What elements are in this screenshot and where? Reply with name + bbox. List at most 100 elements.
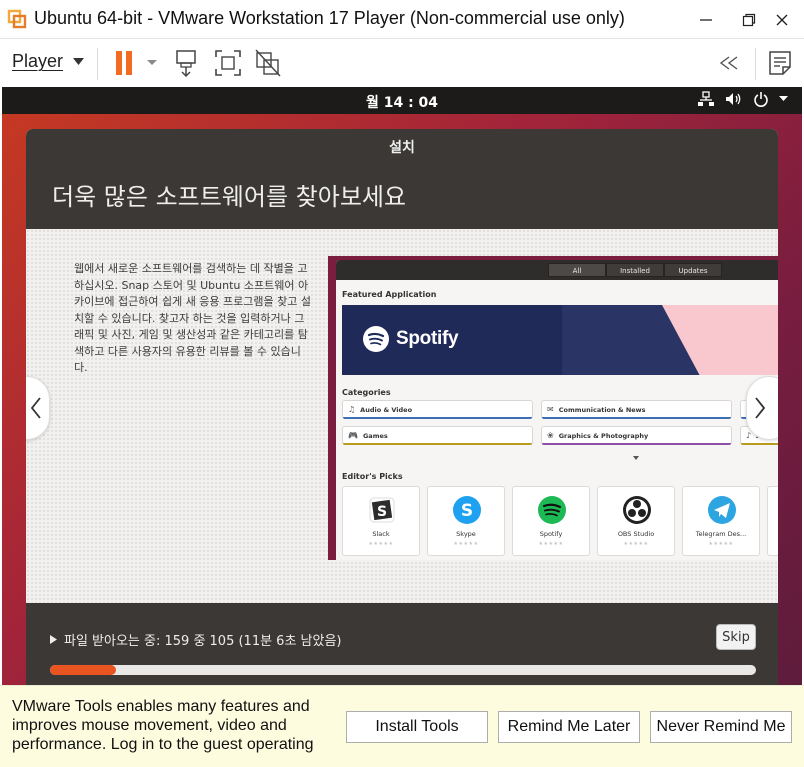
rating-stars: ★★★★★ (708, 541, 734, 547)
unity-button[interactable] (253, 47, 283, 79)
caret-down-icon (73, 58, 85, 65)
editors-pick-card: Telegram Des... ★★★★★ (682, 486, 760, 556)
close-button[interactable] (768, 6, 796, 34)
app-name: OBS Studio (617, 530, 655, 538)
send-ctrl-alt-del-button[interactable] (172, 47, 202, 79)
telegram-icon (707, 495, 737, 525)
category-underline (542, 443, 731, 445)
software-center-tabs: All Installed Updates (548, 263, 722, 277)
minimize-button[interactable] (692, 6, 720, 34)
software-tab: Installed (606, 263, 664, 277)
obs-icon (622, 495, 652, 525)
installer-footer: 파일 받아오는 중: 159 중 105 (11분 6초 남았음) Skip (26, 603, 778, 685)
app-name: Spotify (539, 530, 563, 538)
installer-title: 설치 (389, 140, 415, 156)
category-underline (542, 417, 731, 419)
install-progress-bar (50, 665, 756, 675)
editors-pick-card: S Slack ★★★★★ (342, 486, 420, 556)
volume-icon (726, 93, 741, 105)
power-icon (754, 92, 768, 107)
gnome-top-bar: 월 14 : 04 (2, 87, 802, 114)
expander-triangle-icon (50, 635, 57, 644)
slide-heading: 더욱 많은 소프트웨어를 찾아보세요 (52, 183, 407, 211)
notification-message: VMware Tools enables many features and i… (12, 698, 314, 753)
category-card: ♫ Audio & Video (342, 400, 533, 419)
minimize-icon (700, 19, 712, 21)
editors-pick-card (767, 486, 778, 556)
skype-icon: S (452, 495, 482, 525)
send-ctrl-alt-del-icon (176, 50, 196, 78)
collapse-icon (719, 56, 738, 70)
category-label: Communication & News (558, 405, 646, 414)
spotify-logo: Spotify (362, 325, 459, 353)
install-tools-button[interactable]: Install Tools (346, 711, 488, 743)
featured-label: Featured Application (342, 290, 437, 299)
category-label: Graphics & Photography (558, 431, 649, 440)
never-remind-me-button[interactable]: Never Remind Me (650, 711, 792, 743)
rating-stars: ★★★★★ (623, 541, 649, 547)
player-menu[interactable]: Player (12, 51, 85, 72)
previous-slide-button[interactable] (26, 376, 50, 440)
installer-window: 설치 더욱 많은 소프트웨어를 찾아보세요 웹에서 새로운 소프트웨어를 검색하… (26, 129, 778, 685)
category-icon: ♫ (348, 405, 356, 414)
remind-me-later-button[interactable]: Remind Me Later (498, 711, 640, 743)
category-card: 🎮 Games (342, 426, 533, 445)
full-screen-button[interactable] (213, 47, 243, 79)
app-name: Slack (372, 530, 390, 538)
category-icon: ✉ (547, 405, 554, 414)
collapse-toolbar-button[interactable] (715, 52, 745, 74)
unity-icon (255, 49, 281, 77)
rating-stars: ★★★★★ (453, 541, 479, 547)
software-center-screenshot: All Installed Updates Featured Application (328, 256, 778, 560)
maximize-icon (742, 13, 756, 27)
category-icon: ❀ (547, 431, 554, 440)
featured-banner: Spotify (342, 305, 778, 375)
category-card: ❀ Graphics & Photography (541, 426, 732, 445)
library-icon (769, 51, 791, 75)
software-tab: Updates (664, 263, 722, 277)
network-icon (698, 91, 714, 106)
window-title: Ubuntu 64-bit - VMware Workstation 17 Pl… (34, 8, 625, 28)
pause-icon (116, 51, 157, 75)
category-label: Games (362, 431, 388, 440)
editors-pick-card: S Skype ★★★★★ (427, 486, 505, 556)
category-underline (343, 417, 532, 419)
system-tray[interactable] (697, 91, 788, 107)
app-name: Skype (456, 530, 476, 538)
maximize-button[interactable] (735, 6, 763, 34)
next-slide-button[interactable] (746, 376, 778, 440)
progress-details-toggle[interactable]: 파일 받아오는 중: 159 중 105 (11분 6초 남았음) (50, 630, 342, 649)
software-center-window: All Installed Updates Featured Application (336, 260, 778, 560)
categories-label: Categories (342, 388, 391, 397)
chevron-right-icon (755, 397, 766, 419)
clock[interactable]: 월 14 : 04 (2, 92, 802, 112)
full-screen-icon (215, 50, 241, 76)
chevron-left-icon (30, 397, 41, 419)
category-underline (741, 443, 778, 445)
slack-icon: S (367, 495, 397, 525)
player-toolbar: Player (0, 40, 804, 87)
editors-pick-card: OBS Studio ★★★★★ (597, 486, 675, 556)
category-icon: ♪ (746, 431, 752, 440)
category-card: ✉ Communication & News (541, 400, 732, 419)
pause-button[interactable] (112, 48, 160, 78)
software-tab: All (548, 263, 606, 277)
spotify-icon (537, 495, 567, 525)
skip-button[interactable]: Skip (716, 624, 756, 650)
toolbar-divider (755, 48, 756, 80)
svg-text:S: S (377, 504, 387, 520)
window-title-bar: Ubuntu 64-bit - VMware Workstation 17 Pl… (0, 0, 804, 39)
rating-stars: ★★★★★ (368, 541, 394, 547)
editors-picks-label: Editor's Picks (342, 472, 403, 481)
slide-description: 웹에서 새로운 소프트웨어를 검색하는 데 작별을 고하십시오. Snap 스토… (74, 262, 311, 374)
guest-desktop[interactable]: 월 14 : 04 설치 더욱 많은 소프트웨어를 찾아보세요 웹에서 새로운 … (2, 87, 802, 685)
svg-text:S: S (461, 501, 473, 521)
category-underline (343, 443, 532, 445)
close-icon (776, 14, 788, 26)
spotify-icon (363, 326, 389, 352)
featured-app-name: Spotify (396, 328, 459, 349)
rating-stars: ★★★★★ (538, 541, 564, 547)
software-center-header: All Installed Updates (336, 260, 778, 280)
library-button[interactable] (765, 48, 795, 78)
player-menu-label: Player (12, 51, 64, 71)
